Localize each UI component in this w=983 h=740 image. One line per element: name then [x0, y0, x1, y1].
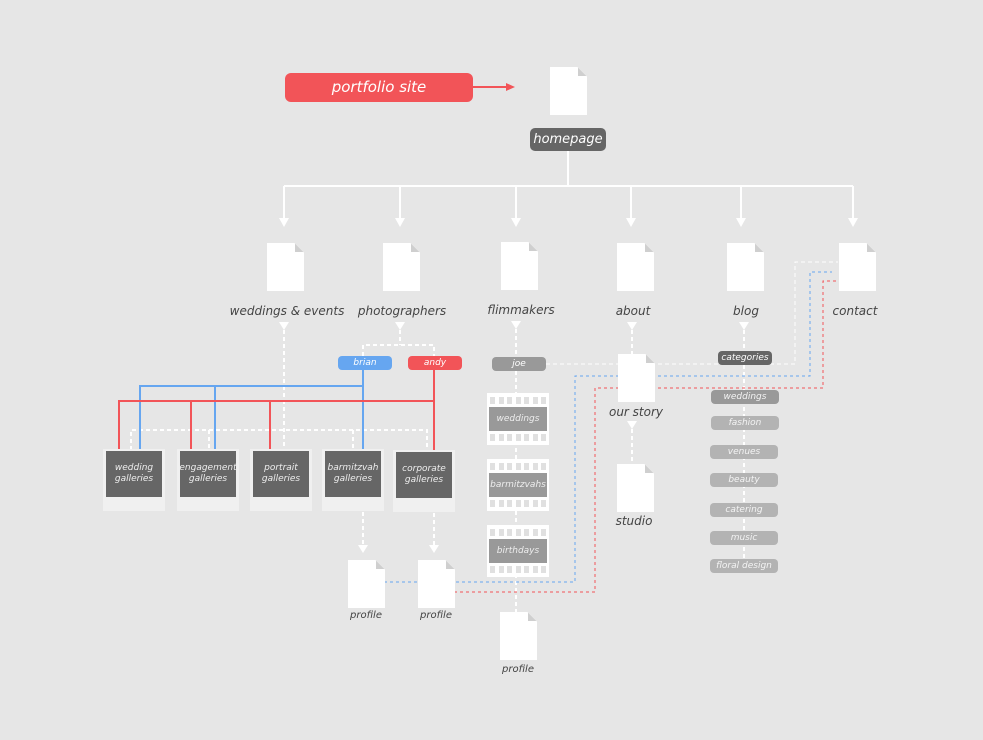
reel-barmitzvahs[interactable]: barmitzvahs [487, 459, 549, 511]
gallery-portrait[interactable]: portrait galleries [250, 449, 312, 511]
joe-profile-page-icon[interactable] [500, 612, 537, 660]
about-label[interactable]: about [616, 304, 651, 318]
category-fashion[interactable]: fashion [711, 416, 779, 430]
gallery-barmitzvah[interactable]: barmitzvah galleries [322, 449, 384, 511]
photographer-tag-andy[interactable]: andy [408, 356, 462, 370]
portfolio-site-title: portfolio site [285, 73, 473, 102]
reel-weddings[interactable]: weddings [487, 393, 549, 445]
joe-profile-label[interactable]: profile [502, 664, 534, 675]
category-venues[interactable]: venues [710, 445, 778, 459]
gallery-wedding[interactable]: wedding galleries [103, 449, 165, 511]
brian-lines [139, 370, 364, 450]
flimmakers-label[interactable]: flimmakers [487, 303, 554, 317]
gallery-label: corporate galleries [396, 452, 452, 498]
photographers-page-icon[interactable] [383, 243, 420, 291]
reel-label: birthdays [489, 539, 547, 563]
our-story-label[interactable]: our story [609, 405, 663, 419]
photographers-label[interactable]: photographers [358, 304, 446, 318]
film-holes [490, 529, 546, 536]
blog-label[interactable]: blog [733, 304, 759, 318]
film-holes [490, 463, 546, 470]
contact-page-icon[interactable] [839, 243, 876, 291]
gallery-engagement[interactable]: engagement galleries [177, 449, 239, 511]
andy-profile-label[interactable]: profile [420, 610, 452, 621]
our-story-page-icon[interactable] [618, 354, 655, 402]
gallery-label: portrait galleries [253, 451, 309, 497]
brian-profile-page-icon[interactable] [348, 560, 385, 608]
category-catering[interactable]: catering [710, 503, 778, 517]
film-holes [490, 500, 546, 507]
connector-lines [118, 83, 858, 612]
category-music[interactable]: music [710, 531, 778, 545]
weddings-events-label[interactable]: weddings & events [230, 304, 345, 318]
title-arrow [473, 83, 515, 91]
category-weddings[interactable]: weddings [711, 390, 779, 404]
andy-profile-page-icon[interactable] [418, 560, 455, 608]
homepage-page-icon[interactable] [550, 67, 587, 115]
category-beauty[interactable]: beauty [710, 473, 778, 487]
film-holes [490, 434, 546, 441]
gallery-label: wedding galleries [106, 451, 162, 497]
homepage-tree [283, 151, 854, 218]
homepage-arrowheads [279, 218, 858, 227]
about-page-icon[interactable] [617, 243, 654, 291]
contact-label[interactable]: contact [833, 304, 878, 318]
flimmakers-page-icon[interactable] [501, 242, 538, 290]
blog-page-icon[interactable] [727, 243, 764, 291]
film-holes [490, 397, 546, 404]
gallery-label: engagement galleries [179, 451, 237, 497]
film-holes [490, 566, 546, 573]
reel-label: weddings [489, 407, 547, 431]
reel-label: barmitzvahs [489, 473, 547, 497]
studio-label[interactable]: studio [616, 514, 653, 528]
reel-birthdays[interactable]: birthdays [487, 525, 549, 577]
studio-page-icon[interactable] [617, 464, 654, 512]
brian-profile-label[interactable]: profile [350, 610, 382, 621]
gallery-label: barmitzvah galleries [325, 451, 381, 497]
blog-categories-node[interactable]: categories [718, 351, 772, 365]
filmmaker-tag-joe[interactable]: joe [492, 357, 546, 371]
weddings-events-page-icon[interactable] [267, 243, 304, 291]
contact-link-white [546, 261, 838, 365]
category-floral-design[interactable]: floral design [710, 559, 778, 573]
photographer-tag-brian[interactable]: brian [338, 356, 392, 370]
profile-arrowheads [358, 545, 439, 553]
andy-lines [118, 370, 435, 450]
homepage-node[interactable]: homepage [530, 128, 606, 151]
gallery-corporate[interactable]: corporate galleries [393, 450, 455, 512]
